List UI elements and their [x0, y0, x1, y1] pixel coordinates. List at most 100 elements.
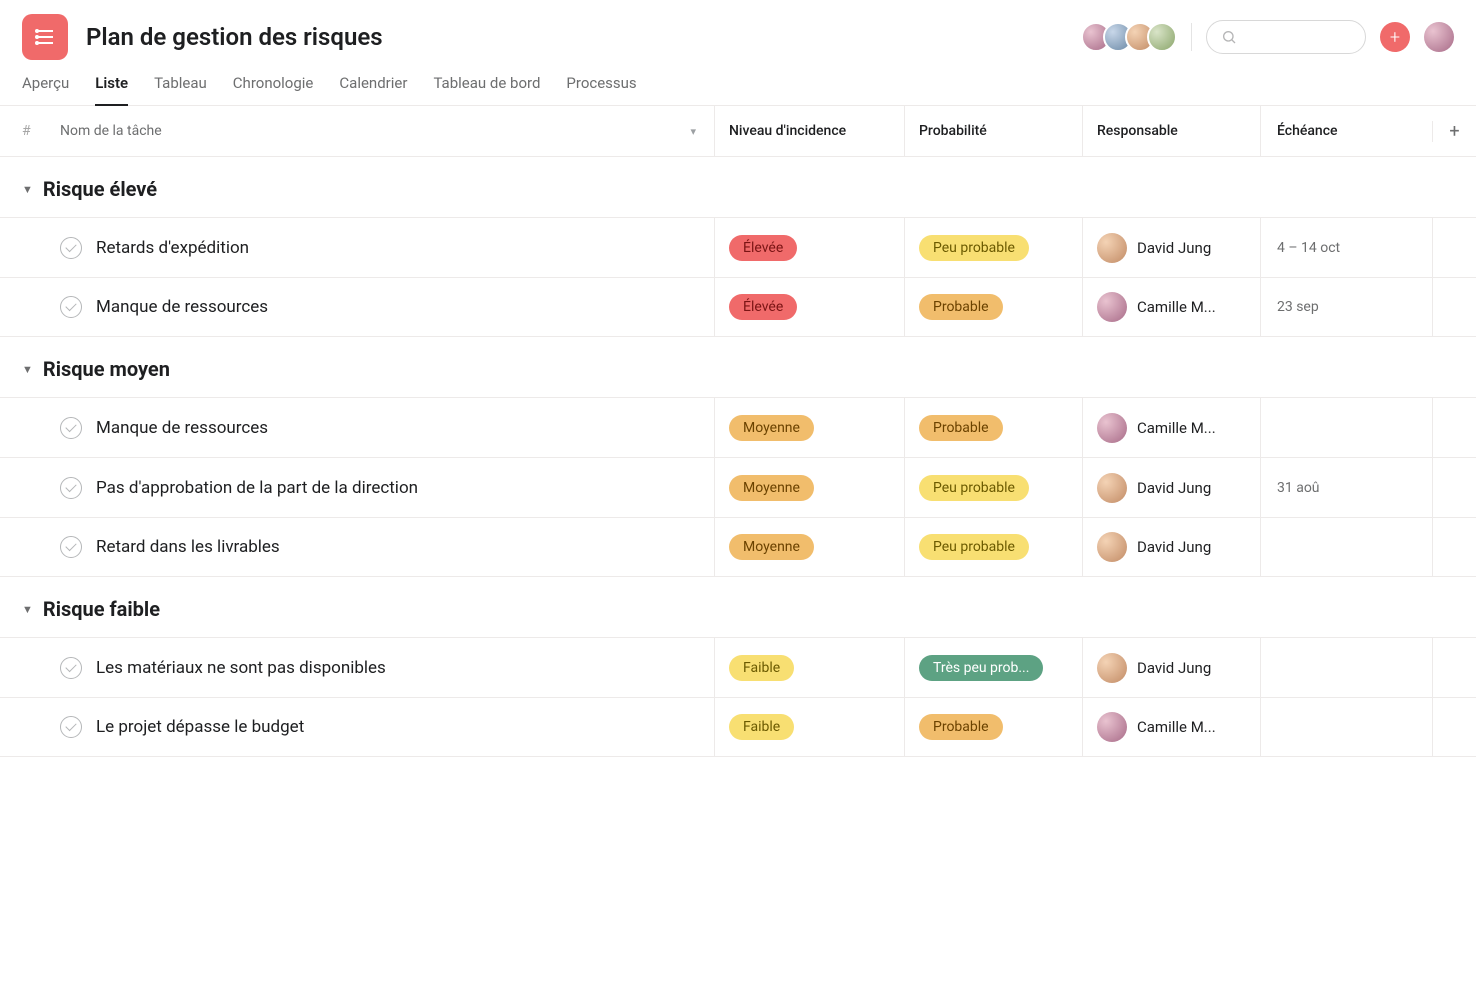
assignee-cell[interactable]: David Jung: [1082, 638, 1260, 697]
task-name-cell[interactable]: Retard dans les livrables: [60, 536, 714, 558]
caret-down-icon[interactable]: ▼: [22, 183, 33, 196]
due-cell[interactable]: [1260, 398, 1432, 457]
task-name-cell[interactable]: Manque de ressources: [60, 417, 714, 439]
probability-cell[interactable]: Probable: [904, 698, 1082, 756]
complete-checkbox[interactable]: [60, 237, 82, 259]
probability-pill: Peu probable: [919, 534, 1029, 560]
complete-checkbox[interactable]: [60, 477, 82, 499]
incidence-pill: Faible: [729, 714, 794, 740]
task-row[interactable]: Les matériaux ne sont pas disponibles Fa…: [0, 637, 1476, 697]
probability-cell[interactable]: Probable: [904, 398, 1082, 457]
probability-cell[interactable]: Peu probable: [904, 518, 1082, 576]
due-cell[interactable]: [1260, 518, 1432, 576]
probability-cell[interactable]: Probable: [904, 278, 1082, 336]
assignee-name: Camille M...: [1137, 298, 1216, 316]
task-row[interactable]: Manque de ressources Moyenne Probable Ca…: [0, 397, 1476, 457]
column-incidence[interactable]: Niveau d'incidence: [714, 106, 904, 156]
assignee-cell[interactable]: Camille M...: [1082, 398, 1260, 457]
member-avatars[interactable]: [1089, 22, 1177, 52]
assignee-cell[interactable]: Camille M...: [1082, 698, 1260, 756]
probability-pill: Probable: [919, 415, 1003, 441]
assignee-name: David Jung: [1137, 659, 1211, 677]
search-icon: [1221, 29, 1237, 45]
task-list: ▼ Risque élevé Retards d'expédition Élev…: [0, 157, 1476, 757]
task-name: Le projet dépasse le budget: [96, 717, 304, 737]
assignee-cell[interactable]: David Jung: [1082, 458, 1260, 517]
assignee-cell[interactable]: Camille M...: [1082, 278, 1260, 336]
tab-tableau[interactable]: Tableau: [154, 74, 207, 106]
incidence-cell[interactable]: Faible: [714, 638, 904, 697]
task-row[interactable]: Retard dans les livrables Moyenne Peu pr…: [0, 517, 1476, 577]
tab-chronologie[interactable]: Chronologie: [233, 74, 314, 106]
assignee-avatar: [1097, 233, 1127, 263]
search-input[interactable]: [1206, 20, 1366, 54]
complete-checkbox[interactable]: [60, 417, 82, 439]
avatar[interactable]: [1147, 22, 1177, 52]
tab-processus[interactable]: Processus: [566, 74, 636, 106]
complete-checkbox[interactable]: [60, 296, 82, 318]
column-due[interactable]: Échéance: [1260, 106, 1432, 156]
incidence-cell[interactable]: Élevée: [714, 278, 904, 336]
due-cell[interactable]: 23 sep: [1260, 278, 1432, 336]
tab-tableau-de-bord[interactable]: Tableau de bord: [433, 74, 540, 106]
caret-down-icon[interactable]: ▼: [22, 363, 33, 376]
column-name[interactable]: Nom de la tâche ▾: [60, 123, 714, 139]
probability-pill: Probable: [919, 294, 1003, 320]
assignee-avatar: [1097, 653, 1127, 683]
task-name: Manque de ressources: [96, 418, 268, 438]
chevron-down-icon[interactable]: ▾: [690, 125, 696, 138]
row-end: [1432, 278, 1476, 336]
column-assignee[interactable]: Responsable: [1082, 106, 1260, 156]
due-cell[interactable]: 31 aoû: [1260, 458, 1432, 517]
row-end: [1432, 398, 1476, 457]
assignee-avatar: [1097, 712, 1127, 742]
column-name-label: Nom de la tâche: [60, 123, 162, 139]
incidence-cell[interactable]: Moyenne: [714, 518, 904, 576]
incidence-pill: Moyenne: [729, 475, 814, 501]
tab-apercu[interactable]: Aperçu: [22, 74, 69, 106]
section-header[interactable]: ▼ Risque faible: [0, 577, 1476, 637]
page-title: Plan de gestion des risques: [86, 23, 383, 51]
tab-liste[interactable]: Liste: [95, 74, 128, 106]
incidence-cell[interactable]: Faible: [714, 698, 904, 756]
task-name-cell[interactable]: Pas d'approbation de la part de la direc…: [60, 477, 714, 499]
incidence-pill: Élevée: [729, 294, 797, 320]
current-user-avatar[interactable]: [1424, 22, 1454, 52]
task-row[interactable]: Pas d'approbation de la part de la direc…: [0, 457, 1476, 517]
tabs: Aperçu Liste Tableau Chronologie Calendr…: [0, 60, 1476, 106]
task-name-cell[interactable]: Le projet dépasse le budget: [60, 716, 714, 738]
assignee-avatar: [1097, 292, 1127, 322]
due-cell[interactable]: [1260, 638, 1432, 697]
incidence-cell[interactable]: Moyenne: [714, 398, 904, 457]
task-name: Les matériaux ne sont pas disponibles: [96, 658, 386, 678]
task-name-cell[interactable]: Retards d'expédition: [60, 237, 714, 259]
task-name-cell[interactable]: Manque de ressources: [60, 296, 714, 318]
row-end: [1432, 638, 1476, 697]
add-button[interactable]: +: [1380, 22, 1410, 52]
complete-checkbox[interactable]: [60, 657, 82, 679]
task-row[interactable]: Manque de ressources Élevée Probable Cam…: [0, 277, 1476, 337]
section-title: Risque moyen: [43, 357, 170, 381]
due-cell[interactable]: [1260, 698, 1432, 756]
caret-down-icon[interactable]: ▼: [22, 603, 33, 616]
probability-cell[interactable]: Peu probable: [904, 218, 1082, 277]
task-row[interactable]: Retards d'expédition Élevée Peu probable…: [0, 217, 1476, 277]
section-header[interactable]: ▼ Risque moyen: [0, 337, 1476, 397]
task-row[interactable]: Le projet dépasse le budget Faible Proba…: [0, 697, 1476, 757]
task-name-cell[interactable]: Les matériaux ne sont pas disponibles: [60, 657, 714, 679]
section-header[interactable]: ▼ Risque élevé: [0, 157, 1476, 217]
incidence-cell[interactable]: Moyenne: [714, 458, 904, 517]
complete-checkbox[interactable]: [60, 716, 82, 738]
incidence-cell[interactable]: Élevée: [714, 218, 904, 277]
add-column-button[interactable]: +: [1432, 121, 1476, 142]
columns-header: # Nom de la tâche ▾ Niveau d'incidence P…: [0, 105, 1476, 157]
assignee-cell[interactable]: David Jung: [1082, 218, 1260, 277]
due-cell[interactable]: 4 – 14 oct: [1260, 218, 1432, 277]
assignee-cell[interactable]: David Jung: [1082, 518, 1260, 576]
project-icon[interactable]: [22, 14, 68, 60]
tab-calendrier[interactable]: Calendrier: [339, 74, 407, 106]
column-probability[interactable]: Probabilité: [904, 106, 1082, 156]
probability-cell[interactable]: Très peu prob...: [904, 638, 1082, 697]
probability-cell[interactable]: Peu probable: [904, 458, 1082, 517]
complete-checkbox[interactable]: [60, 536, 82, 558]
